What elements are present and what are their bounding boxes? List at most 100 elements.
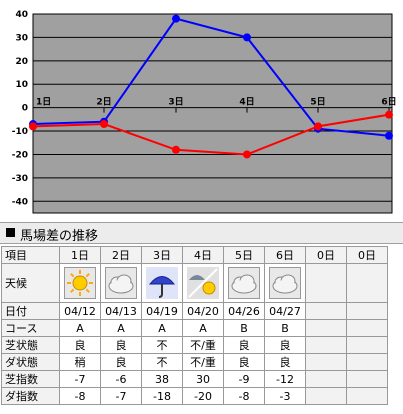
table-cell: 良: [100, 336, 142, 354]
table-cell: 04/27: [264, 302, 306, 320]
table-cell: A: [59, 319, 101, 337]
data-point: [385, 131, 393, 140]
data-point: [172, 145, 180, 154]
table-cell: [305, 353, 347, 371]
table-cell: 良: [223, 336, 265, 354]
table-cell: 不: [141, 336, 183, 354]
data-point: [385, 110, 393, 119]
square-bullet-icon: [6, 228, 15, 237]
sunny-icon: [64, 267, 96, 299]
table-cell: 30: [182, 370, 224, 388]
table-row-dirt-condition: ダ状態稍良不不/重良良: [1, 353, 388, 371]
table-cell: 04/19: [141, 302, 183, 320]
table-cell: 良: [264, 336, 306, 354]
column-header: 3日: [141, 246, 183, 264]
weather-cell: [182, 263, 224, 303]
table-cell: 良: [100, 353, 142, 371]
table-cell: [346, 387, 388, 405]
row-label: 芝状態: [1, 336, 60, 354]
table-cell: -7: [100, 387, 142, 405]
table-cell: [346, 370, 388, 388]
table-cell: -12: [264, 370, 306, 388]
table-cell: A: [141, 319, 183, 337]
table-row-weather: 天候: [1, 263, 388, 303]
column-header: 0日: [346, 246, 388, 264]
rain-then-sunny-icon: [187, 267, 219, 299]
row-label: ダ状態: [1, 353, 60, 371]
table-row-dirt-index: ダ指数 -8 -7 -18 -20 -8 -3: [1, 387, 388, 405]
section-title: 馬場差の推移: [20, 229, 99, 244]
table-cell: -3: [264, 387, 306, 405]
row-label: コース: [1, 319, 60, 337]
baba-table: 項目 1日 2日 3日 4日 5日 6日 0日 0日 天候 日付 04/12 04/13 04/19 04/…: [1, 246, 388, 405]
column-header: 0日: [305, 246, 347, 264]
line-chart: 40 30 20 10 0 -10 -20 -30 -40 2日 3日 4日 5日 6日 1日: [12, 10, 397, 214]
table-cell: 稍: [59, 353, 101, 371]
table-row-turf-condition: 芝状態良良不不/重良良: [1, 336, 388, 354]
table-cell: 良: [223, 353, 265, 371]
chart-area: 40 30 20 10 0 -10 -20 -30 -40 2日 3日 4日 5日 6日 1日: [0, 0, 403, 220]
table-cell: [305, 302, 347, 320]
column-header: 5日: [223, 246, 265, 264]
data-point: [314, 122, 322, 131]
x-tick-label: 3日: [168, 97, 183, 108]
table-cell: [346, 353, 388, 371]
x-tick-label: 5日: [310, 97, 325, 108]
table-cell: 不/重: [182, 336, 224, 354]
table-cell: 不: [141, 353, 183, 371]
table-cell: -18: [141, 387, 183, 405]
y-tick-label: -40: [12, 197, 28, 207]
table-cell: 良: [59, 336, 101, 354]
data-point: [172, 14, 180, 23]
table-cell: [305, 370, 347, 388]
column-header: 6日: [264, 246, 306, 264]
table-cell: 04/12: [59, 302, 101, 320]
data-point: [29, 122, 37, 131]
table-cell: [305, 336, 347, 354]
y-tick-label: 30: [15, 33, 28, 43]
cloudy-icon: [228, 267, 260, 299]
table-cell: -8: [223, 387, 265, 405]
weather-cell: [100, 263, 142, 303]
plot-area: [32, 13, 393, 214]
row-label: 芝指数: [1, 370, 60, 388]
x-tick-label: 1日: [36, 97, 51, 108]
table-cell: 不/重: [182, 353, 224, 371]
weather-cell: [223, 263, 265, 303]
table-cell: 38: [141, 370, 183, 388]
column-header: 2日: [100, 246, 142, 264]
table-cell: [346, 302, 388, 320]
table-row-course: コース A A A A B B: [1, 319, 388, 337]
row-label: ダ指数: [1, 387, 60, 405]
y-tick-label: 40: [15, 10, 28, 20]
table-cell: A: [182, 319, 224, 337]
y-tick-label: -30: [12, 174, 28, 184]
row-label: 日付: [1, 302, 60, 320]
section-header: 馬場差の推移: [0, 222, 403, 244]
weather-cell: [305, 263, 347, 303]
y-tick-label: 20: [15, 57, 28, 67]
cloudy-icon: [269, 267, 301, 299]
table-cell: -9: [223, 370, 265, 388]
table-cell: B: [223, 319, 265, 337]
table-cell: [346, 319, 388, 337]
table-cell: A: [100, 319, 142, 337]
table-cell: 04/13: [100, 302, 142, 320]
table-cell: 04/26: [223, 302, 265, 320]
table-cell: -7: [59, 370, 101, 388]
weather-cell: [59, 263, 101, 303]
column-header: 1日: [59, 246, 101, 264]
x-tick-label: 6日: [381, 97, 396, 108]
table-row-date: 日付 04/12 04/13 04/19 04/20 04/26 04/27: [1, 302, 388, 320]
data-point: [100, 120, 108, 129]
table-row-header: 項目 1日 2日 3日 4日 5日 6日 0日 0日: [1, 246, 388, 264]
table-cell: 良: [264, 353, 306, 371]
table-row-turf-index: 芝指数 -7 -6 38 30 -9 -12: [1, 370, 388, 388]
cloudy-icon: [105, 267, 137, 299]
table-cell: [305, 319, 347, 337]
data-point: [243, 150, 251, 159]
row-label: 項目: [1, 246, 60, 264]
y-tick-label: -20: [12, 150, 28, 160]
table-cell: -6: [100, 370, 142, 388]
y-tick-label: -10: [12, 127, 28, 137]
